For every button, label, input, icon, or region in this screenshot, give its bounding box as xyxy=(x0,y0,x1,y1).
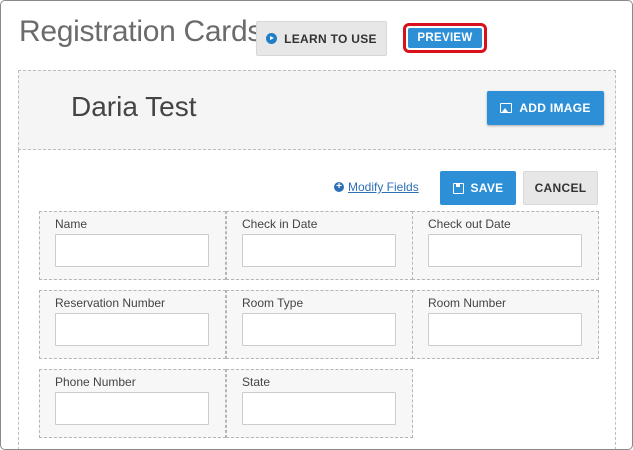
field-check-out-date: Check out Date xyxy=(412,211,599,280)
check-in-date-input[interactable] xyxy=(242,234,396,267)
modify-fields-label: Modify Fields xyxy=(348,180,419,194)
field-label: State xyxy=(242,375,271,389)
learn-to-use-label: LEARN TO USE xyxy=(284,31,377,46)
add-image-label: ADD IMAGE xyxy=(519,101,591,115)
page-title: Registration Cards xyxy=(19,15,263,48)
field-room-type: Room Type xyxy=(226,290,413,359)
field-check-in-date: Check in Date xyxy=(226,211,413,280)
room-number-input[interactable] xyxy=(428,313,582,346)
plus-circle-icon: + xyxy=(334,182,344,192)
save-button[interactable]: SAVE xyxy=(440,171,516,205)
field-phone-number: Phone Number xyxy=(39,369,226,438)
add-image-button[interactable]: ADD IMAGE xyxy=(487,91,604,125)
save-icon xyxy=(452,182,464,194)
cancel-button[interactable]: CANCEL xyxy=(523,171,598,205)
field-room-number: Room Number xyxy=(412,290,599,359)
field-label: Room Number xyxy=(428,296,507,310)
preview-label: PREVIEW xyxy=(417,32,473,44)
room-type-input[interactable] xyxy=(242,313,396,346)
modify-fields-link[interactable]: + Modify Fields xyxy=(334,180,419,194)
preview-button[interactable]: PREVIEW xyxy=(408,28,482,48)
field-state: State xyxy=(226,369,413,438)
check-out-date-input[interactable] xyxy=(428,234,582,267)
image-icon xyxy=(500,103,513,113)
field-label: Check in Date xyxy=(242,217,318,231)
state-input[interactable] xyxy=(242,392,396,425)
field-label: Name xyxy=(55,217,88,231)
phone-number-input[interactable] xyxy=(55,392,209,425)
field-label: Room Type xyxy=(242,296,304,310)
reservation-number-input[interactable] xyxy=(55,313,209,346)
field-reservation-number: Reservation Number xyxy=(39,290,226,359)
play-icon xyxy=(266,33,278,44)
field-name: Name xyxy=(39,211,226,280)
app-window: Registration Cards LEARN TO USE PREVIEW … xyxy=(0,0,633,450)
cancel-label: CANCEL xyxy=(534,181,587,195)
name-input[interactable] xyxy=(55,234,209,267)
card-title: Daria Test xyxy=(71,91,197,122)
field-label: Phone Number xyxy=(55,375,136,389)
field-label: Check out Date xyxy=(428,217,511,231)
field-label: Reservation Number xyxy=(55,296,166,310)
learn-to-use-button[interactable]: LEARN TO USE xyxy=(256,21,387,56)
save-label: SAVE xyxy=(470,181,504,195)
